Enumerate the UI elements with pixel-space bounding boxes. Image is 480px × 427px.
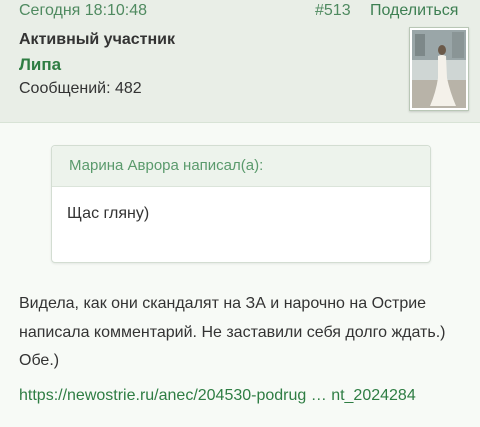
post-header: Сегодня 18:10:48 #513 Поделиться Активны… xyxy=(0,0,480,123)
post-number[interactable]: #513 xyxy=(315,2,351,20)
quote-text: Щас гляну) xyxy=(67,205,150,222)
username[interactable]: Липа xyxy=(19,55,61,75)
message-count: Сообщений: 482 xyxy=(19,80,142,97)
user-title: Активный участник xyxy=(19,31,176,48)
avatar-image xyxy=(412,30,466,108)
post-date[interactable]: Сегодня 18:10:48 xyxy=(19,2,147,20)
quote-block: Марина Аврора написал(а): Щас гляну) xyxy=(51,145,431,263)
post-link[interactable]: https://newostrie.ru/anec/204530-podrug … xyxy=(19,387,416,405)
post-body-text: Видела, как они скандалят на ЗА и нарочн… xyxy=(19,295,446,369)
share-link[interactable]: Поделиться xyxy=(370,2,458,20)
quote-header: Марина Аврора написал(а): xyxy=(52,146,430,187)
avatar[interactable] xyxy=(409,27,469,111)
quote-author[interactable]: Марина Аврора написал(а): xyxy=(69,157,263,174)
